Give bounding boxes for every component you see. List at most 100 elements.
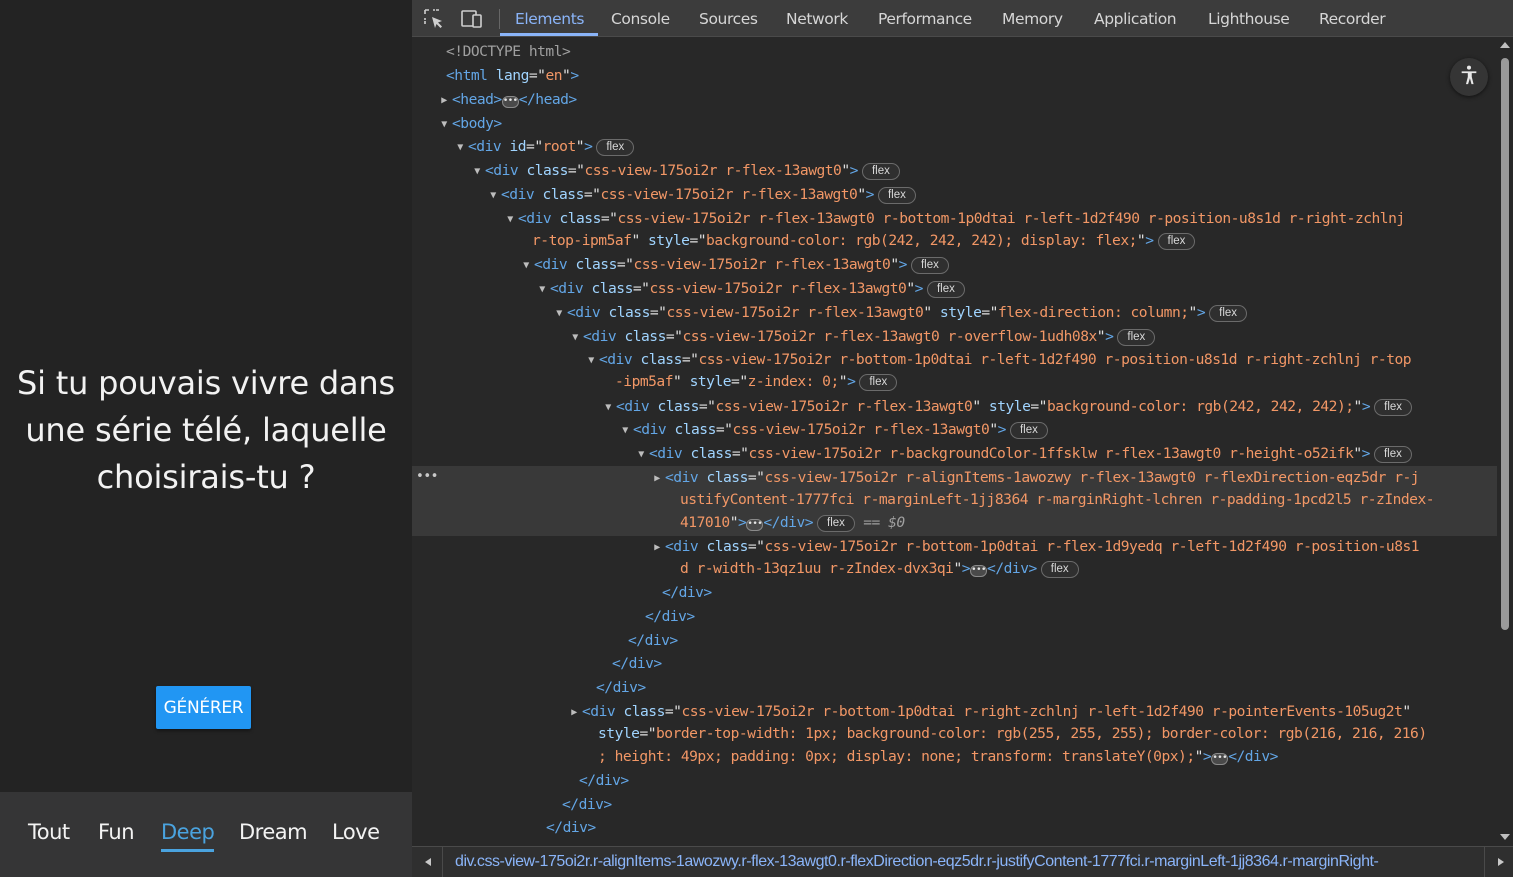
expand-triangle-open-icon[interactable]: ▼ xyxy=(600,396,616,420)
flex-badge[interactable]: flex xyxy=(1040,561,1079,578)
flex-badge[interactable]: flex xyxy=(861,163,900,180)
dom-node-line[interactable]: ▼ <div class="css-view-175oi2r r-flex-13a… xyxy=(534,277,965,301)
tab-elements[interactable]: Elements xyxy=(515,10,584,28)
expand-triangle-open-icon[interactable]: ▼ xyxy=(633,443,649,467)
flex-badge[interactable]: flex xyxy=(1373,446,1412,463)
tab-sources[interactable]: Sources xyxy=(699,10,758,28)
app-preview-pane: Si tu pouvais vivre dans une série télé,… xyxy=(0,0,412,877)
expand-triangle-closed-icon[interactable]: ▶ xyxy=(649,536,665,560)
expand-triangle-open-icon[interactable]: ▼ xyxy=(617,419,633,443)
tab-lighthouse[interactable]: Lighthouse xyxy=(1208,10,1290,28)
dom-node-line[interactable]: ; height: 49px; padding: 0px; display: n… xyxy=(598,745,1278,769)
breadcrumb-left-arrow-icon[interactable] xyxy=(425,858,431,866)
device-toolbar-icon[interactable] xyxy=(460,7,484,31)
dom-node-line[interactable]: ▼ <div class="css-view-175oi2r r-backgrou… xyxy=(633,442,1412,466)
expand-triangle-open-icon[interactable]: ▼ xyxy=(551,302,567,326)
dom-node-line[interactable]: ▼ <div class="css-view-175oi2r r-flex-13a… xyxy=(600,395,1413,420)
dom-tree[interactable]: ••• <!DOCTYPE html> <html lang="en"> ▶ <hea… xyxy=(412,38,1497,846)
dom-node-line[interactable]: </div> xyxy=(546,816,596,840)
flex-badge[interactable]: flex xyxy=(926,281,965,298)
expand-triangle-open-icon[interactable]: ▼ xyxy=(567,326,583,350)
dom-node-line[interactable]: </div> xyxy=(562,793,612,817)
category-tab-love[interactable]: Love xyxy=(332,820,380,844)
dom-node-line[interactable]: ▶ <div class="css-view-175oi2r r-bottom-1… xyxy=(649,535,1419,559)
tab-memory[interactable]: Memory xyxy=(1002,10,1063,28)
flex-badge[interactable]: flex xyxy=(1157,233,1196,250)
expand-triangle-closed-icon[interactable]: ▶ xyxy=(436,89,452,113)
flex-badge[interactable]: flex xyxy=(877,187,916,204)
expand-triangle-closed-icon[interactable]: ▶ xyxy=(649,467,665,491)
flex-badge[interactable]: flex xyxy=(817,515,855,532)
accessibility-tree-button[interactable] xyxy=(1450,58,1488,96)
dom-node-line[interactable]: </div> xyxy=(628,629,678,653)
tab-performance[interactable]: Performance xyxy=(878,10,972,28)
scrollbar-thumb[interactable] xyxy=(1501,58,1509,630)
generate-button[interactable]: GÉNÉRER xyxy=(156,686,251,729)
dom-node-line[interactable]: ▼ <div class="css-view-175oi2r r-flex-13a… xyxy=(617,418,1048,442)
dom-node-line[interactable]: ▶ <div class="css-view-175oi2r r-bottom-1… xyxy=(566,700,1411,724)
code-text: " xyxy=(1353,445,1362,462)
flex-badge[interactable]: flex xyxy=(1374,399,1413,416)
tab-application[interactable]: Application xyxy=(1094,10,1177,28)
dom-node-line[interactable]: ▶ <div class="css-view-175oi2r r-alignIte… xyxy=(649,466,1419,490)
dom-node-line[interactable]: </div> xyxy=(662,581,712,605)
dom-node-line[interactable]: ▶ <head>•••</head> xyxy=(436,88,577,112)
scroll-up-arrow-icon[interactable] xyxy=(1500,42,1510,48)
dom-node-line[interactable]: ▼ <div class="css-view-175oi2r r-flex-13a… xyxy=(518,253,949,277)
collapsed-content-ellipsis-icon[interactable]: ••• xyxy=(501,96,519,108)
category-tab-deep[interactable]: Deep xyxy=(161,820,215,852)
flex-badge[interactable]: flex xyxy=(1117,329,1156,346)
inspect-element-icon[interactable] xyxy=(422,7,446,31)
expand-triangle-open-icon[interactable]: ▼ xyxy=(583,349,599,373)
dom-node-line[interactable]: <html lang="en"> xyxy=(446,64,579,88)
tag-text: </div> xyxy=(579,772,629,789)
category-tab-tout[interactable]: Tout xyxy=(28,820,70,844)
dom-node-line[interactable]: ▼ <body> xyxy=(436,112,502,136)
expand-triangle-closed-icon[interactable]: ▶ xyxy=(566,701,582,725)
expand-triangle-open-icon[interactable]: ▼ xyxy=(502,208,518,232)
dom-node-line[interactable]: </div> xyxy=(645,605,695,629)
category-tab-fun[interactable]: Fun xyxy=(98,820,135,844)
collapsed-content-ellipsis-icon[interactable]: ••• xyxy=(746,519,764,531)
tab-network[interactable]: Network xyxy=(786,10,848,28)
flex-badge[interactable]: flex xyxy=(859,374,898,391)
dom-tree-scrollbar[interactable] xyxy=(1497,38,1513,846)
expand-triangle-open-icon[interactable]: ▼ xyxy=(452,136,468,160)
dom-node-line[interactable]: </div> xyxy=(596,676,646,700)
dom-node-line[interactable]: ▼ <div class="css-view-175oi2r r-bottom-1… xyxy=(583,348,1411,372)
flex-badge[interactable]: flex xyxy=(596,139,635,156)
scroll-down-arrow-icon[interactable] xyxy=(1500,834,1510,840)
tag-text: </div> xyxy=(662,584,712,601)
flex-badge[interactable]: flex xyxy=(910,257,949,274)
collapsed-content-ellipsis-icon[interactable]: ••• xyxy=(970,565,988,577)
expand-triangle-open-icon[interactable]: ▼ xyxy=(436,113,452,137)
expand-triangle-open-icon[interactable]: ▼ xyxy=(534,278,550,302)
flex-badge[interactable]: flex xyxy=(1009,422,1048,439)
tab-console[interactable]: Console xyxy=(611,10,670,28)
dom-node-line[interactable]: ▼ <div class="css-view-175oi2r r-flex-13a… xyxy=(469,159,900,183)
dom-node-line[interactable]: ▼ <div class="css-view-175oi2r r-flex-13a… xyxy=(485,183,916,207)
dom-node-line[interactable]: ▼ <div class="css-view-175oi2r r-flex-13a… xyxy=(567,325,1156,350)
dom-node-line[interactable]: ▼ <div class="css-view-175oi2r r-flex-13a… xyxy=(502,207,1405,231)
dom-node-line[interactable]: ▼ <div id="root"> flex xyxy=(452,135,635,160)
flex-badge[interactable]: flex xyxy=(1209,305,1248,322)
dom-node-line[interactable]: 417010">•••</div> flex == $0 xyxy=(680,511,905,535)
dom-node-line[interactable]: -ipm5af" style="z-index: 0;"> flex xyxy=(615,370,898,394)
breadcrumb-right-arrow-icon[interactable] xyxy=(1498,858,1504,866)
dom-node-line[interactable]: </div> xyxy=(612,652,662,676)
dom-node-line[interactable]: </div> xyxy=(579,769,629,793)
dom-node-line[interactable]: <!DOCTYPE html> xyxy=(446,40,571,64)
dom-node-line[interactable]: ▼ <div class="css-view-175oi2r r-flex-13a… xyxy=(551,301,1248,326)
dom-node-line[interactable]: ustifyContent-1777fci r-marginLeft-1jj83… xyxy=(680,488,1435,512)
expand-triangle-open-icon[interactable]: ▼ xyxy=(518,254,534,278)
expand-triangle-open-icon[interactable]: ▼ xyxy=(485,184,501,208)
expand-triangle-open-icon[interactable]: ▼ xyxy=(469,160,485,184)
more-options-icon[interactable]: ••• xyxy=(416,466,438,488)
dom-node-line[interactable]: d r-width-13qz1uu r-zIndex-dvx3qi">•••</… xyxy=(680,557,1079,581)
dom-node-line[interactable]: r-top-ipm5af" style="background-color: r… xyxy=(532,229,1196,253)
breadcrumb-selected-node[interactable]: div.css-view-175oi2r.r-alignItems-1awozw… xyxy=(455,853,1485,871)
collapsed-content-ellipsis-icon[interactable]: ••• xyxy=(1211,753,1229,765)
category-tab-dream[interactable]: Dream xyxy=(239,820,308,844)
dom-node-line[interactable]: style="border-top-width: 1px; background… xyxy=(598,722,1427,746)
tab-recorder[interactable]: Recorder xyxy=(1319,10,1386,28)
